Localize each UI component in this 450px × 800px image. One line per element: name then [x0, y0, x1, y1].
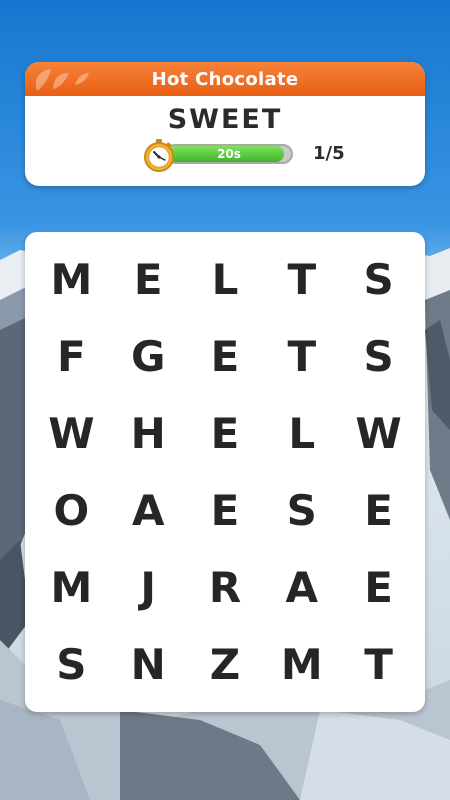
letter-cell[interactable]: S	[340, 318, 417, 395]
letter-cell[interactable]: W	[340, 395, 417, 472]
letter-cell[interactable]: L	[263, 395, 340, 472]
letter-cell[interactable]: Z	[187, 626, 264, 703]
letter-cell[interactable]: E	[340, 472, 417, 549]
category-title: Hot Chocolate	[151, 68, 299, 90]
leaf-icon	[35, 69, 89, 91]
header-card: Hot Chocolate SWEET 20s 1/5	[25, 62, 425, 186]
timer-row: 20s 1/5	[25, 138, 425, 172]
letter-cell[interactable]: S	[340, 241, 417, 318]
letter-cell[interactable]: H	[110, 395, 187, 472]
letter-cell[interactable]: F	[33, 318, 110, 395]
letter-cell[interactable]: M	[33, 549, 110, 626]
letter-cell[interactable]: A	[110, 472, 187, 549]
letter-cell[interactable]: E	[187, 395, 264, 472]
letter-cell[interactable]: E	[187, 318, 264, 395]
timer-bar: 20s	[165, 144, 293, 164]
letter-cell[interactable]: R	[187, 549, 264, 626]
letter-cell[interactable]: G	[110, 318, 187, 395]
letter-cell[interactable]: E	[187, 472, 264, 549]
letter-grid: MELTSFGETSWHELWOAESEMJRAESNZMT	[33, 241, 417, 703]
letter-cell[interactable]: T	[340, 626, 417, 703]
letter-cell[interactable]: A	[263, 549, 340, 626]
letter-cell[interactable]: L	[187, 241, 264, 318]
letter-cell[interactable]: O	[33, 472, 110, 549]
letter-cell[interactable]: J	[110, 549, 187, 626]
letter-cell[interactable]: S	[263, 472, 340, 549]
letter-board: MELTSFGETSWHELWOAESEMJRAESNZMT	[25, 232, 425, 712]
target-word: SWEET	[167, 104, 283, 135]
letter-cell[interactable]: S	[33, 626, 110, 703]
category-banner: Hot Chocolate	[25, 62, 425, 96]
letter-cell[interactable]: N	[110, 626, 187, 703]
letter-cell[interactable]: E	[110, 241, 187, 318]
letter-cell[interactable]: T	[263, 318, 340, 395]
letter-cell[interactable]: M	[33, 241, 110, 318]
stopwatch-icon	[144, 139, 174, 172]
timer-label: 20s	[217, 147, 241, 161]
words-found-counter: 1/5	[313, 143, 345, 164]
letter-cell[interactable]: E	[340, 549, 417, 626]
letter-cell[interactable]: M	[263, 626, 340, 703]
letter-cell[interactable]: W	[33, 395, 110, 472]
letter-cell[interactable]: T	[263, 241, 340, 318]
